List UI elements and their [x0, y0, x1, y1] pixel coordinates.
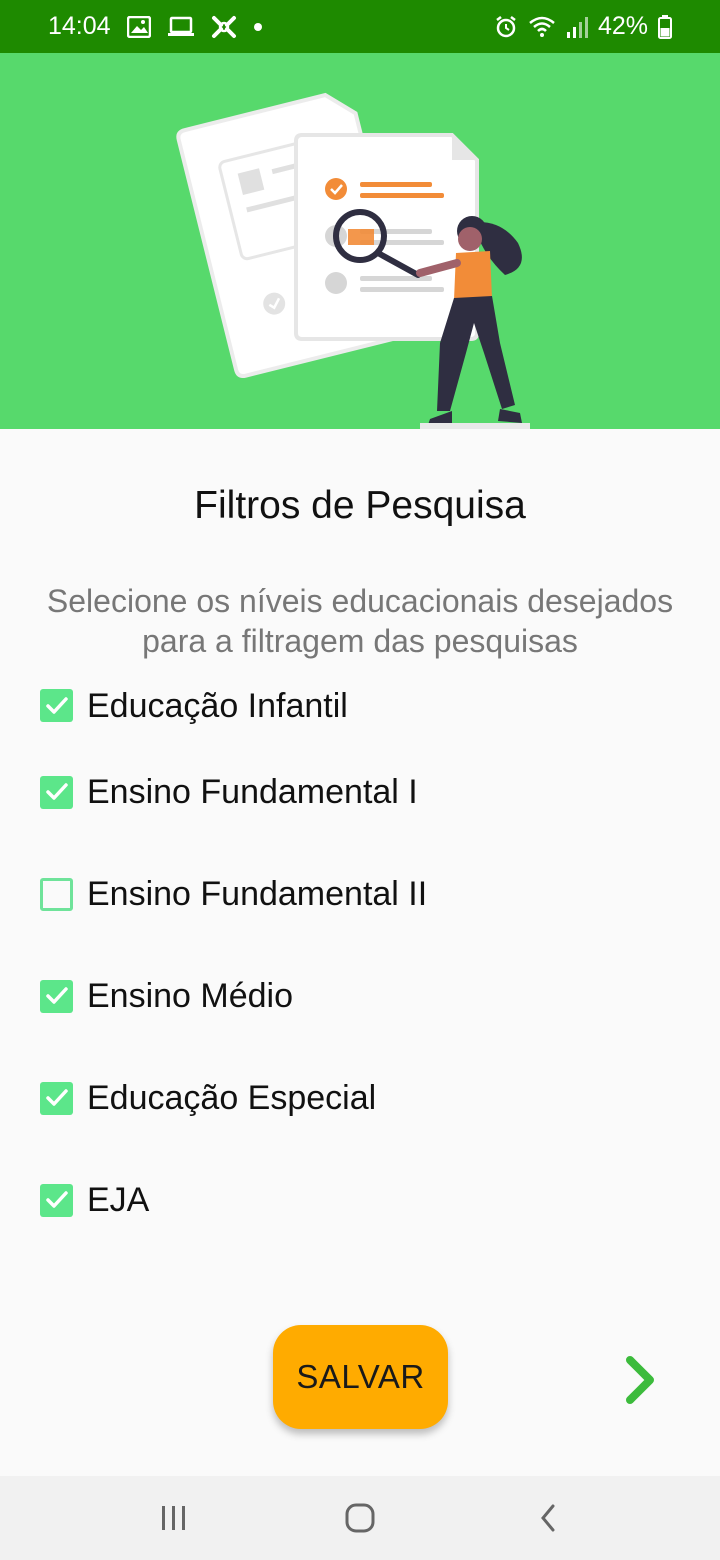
checkbox-icon[interactable]	[40, 979, 73, 1013]
alarm-icon	[494, 15, 518, 39]
signal-icon	[566, 15, 588, 39]
checkbox-educacao-infantil[interactable]: Educação Infantil	[40, 689, 680, 741]
checkbox-label: Educação Especial	[87, 1079, 377, 1117]
battery-percentage: 42%	[597, 12, 648, 40]
hero-banner	[0, 53, 720, 429]
save-button[interactable]: SALVAR	[273, 1325, 448, 1429]
checkbox-ensino-fundamental-ii[interactable]: Ensino Fundamental II	[40, 843, 680, 945]
checkbox-label: Ensino Fundamental II	[87, 875, 428, 913]
education-level-list: Educação Infantil Ensino Fundamental I E…	[40, 689, 680, 1251]
search-documents-illustration	[176, 92, 530, 429]
checkbox-icon[interactable]	[40, 689, 73, 722]
recent-apps-icon	[162, 1506, 185, 1530]
home-icon	[345, 1503, 375, 1533]
checkbox-label: Ensino Médio	[87, 977, 294, 1015]
next-button[interactable]	[610, 1345, 670, 1415]
back-icon	[541, 1504, 555, 1532]
checkbox-icon[interactable]	[40, 1081, 73, 1115]
status-bar: 14:04 42%	[0, 0, 720, 53]
dot-icon	[253, 22, 263, 32]
status-time: 14:04	[48, 12, 111, 40]
battery-icon	[658, 14, 672, 39]
gallery-icon	[126, 15, 151, 38]
filters-panel: Filtros de Pesquisa Selecione os níveis …	[0, 429, 720, 1476]
checkbox-educacao-especial[interactable]: Educação Especial	[40, 1047, 680, 1149]
checkbox-icon[interactable]	[40, 877, 73, 911]
checkbox-icon[interactable]	[40, 775, 73, 809]
checkbox-icon[interactable]	[40, 1183, 73, 1217]
back-button[interactable]	[518, 1496, 578, 1540]
checkbox-ensino-medio[interactable]: Ensino Médio	[40, 945, 680, 1047]
checkbox-ensino-fundamental-i[interactable]: Ensino Fundamental I	[40, 741, 680, 843]
checkbox-label: EJA	[87, 1181, 150, 1219]
laptop-icon	[167, 16, 195, 38]
checkbox-eja[interactable]: EJA	[40, 1149, 680, 1251]
system-nav-bar	[0, 1476, 720, 1560]
chevron-right-icon	[626, 1356, 654, 1404]
page-title: Filtros de Pesquisa	[194, 484, 526, 527]
checkbox-label: Educação Infantil	[87, 687, 348, 725]
page-subtitle: Selecione os níveis educacionais desejad…	[46, 583, 674, 659]
app-notification-icon	[211, 15, 237, 39]
wifi-icon	[528, 15, 556, 39]
home-button[interactable]	[330, 1496, 390, 1540]
recent-apps-button[interactable]	[144, 1496, 204, 1540]
checkbox-label: Ensino Fundamental I	[87, 773, 418, 811]
